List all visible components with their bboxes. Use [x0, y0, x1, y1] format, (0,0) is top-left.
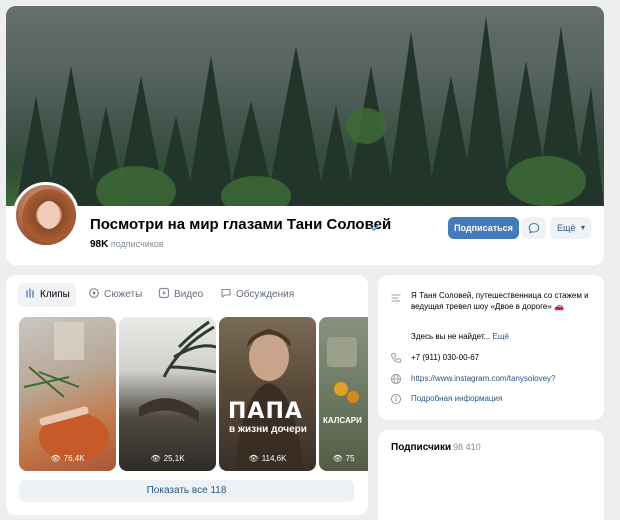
subscribers-label: подписчиков — [110, 239, 164, 249]
about-section: Я Таня Соловей, путешественница со стаже… — [378, 275, 604, 420]
phone-number: +7 (911) 030-00-67 — [411, 353, 480, 362]
tab-clips-label: Клипы — [40, 289, 70, 300]
clip-card[interactable]: КАЛСАРИ 👁 75 — [319, 317, 368, 471]
info-icon — [390, 392, 402, 405]
clip-thumbnail — [327, 337, 359, 403]
stories-icon — [88, 285, 100, 298]
tab-discussions[interactable]: Обсуждения — [220, 283, 294, 307]
clips-icon — [24, 285, 36, 298]
tab-clips[interactable]: Клипы — [18, 283, 76, 307]
clip-card[interactable]: 👁 25,1K — [119, 317, 216, 471]
eye-icon: 👁 — [332, 454, 343, 463]
tab-video[interactable]: Видео — [158, 283, 203, 307]
phone-icon — [390, 351, 402, 363]
subscribe-button[interactable]: Подписаться — [448, 217, 519, 239]
subscribers-count: 98K — [90, 239, 109, 250]
views-counter: 👁 25,1K — [150, 454, 185, 463]
teaser-text: Здесь вы не найдет... Ещё — [411, 332, 509, 341]
verified-icon — [369, 221, 381, 233]
message-icon — [528, 222, 540, 234]
clip-title: ПАПА — [228, 399, 303, 424]
followers-section: Подписчики 98 410 — [378, 430, 604, 520]
page-title: Посмотри на мир глазами Тани Соловей — [90, 216, 392, 233]
followers-title[interactable]: Подписчики 98 410 — [391, 442, 481, 453]
tab-video-label: Видео — [174, 289, 204, 300]
more-button[interactable]: Ещё ▾ — [550, 217, 591, 239]
chevron-down-icon: ▾ — [580, 223, 585, 232]
show-all-button[interactable]: Показать все 118 — [19, 480, 354, 502]
followers-count: 98 410 — [453, 442, 481, 452]
description-text: Я Таня Соловей, путешественница со стаже… — [411, 291, 589, 311]
views-counter: 👁 75 — [332, 454, 355, 463]
eye-icon: 👁 — [50, 454, 61, 463]
clip-title: КАЛСАРИ — [323, 416, 362, 425]
more-button-label: Ещё — [557, 223, 576, 233]
views-counter: 👁 114,6K — [248, 454, 287, 463]
discussions-icon — [220, 285, 232, 299]
clip-card[interactable]: 👁 76,4K — [19, 317, 116, 471]
clip-thumbnail — [23, 322, 109, 462]
forest-illustration — [6, 6, 604, 206]
avatar[interactable] — [13, 182, 79, 248]
clip-thumbnail — [139, 320, 216, 422]
teaser-more-link[interactable]: Ещё — [493, 332, 509, 341]
details-link[interactable]: Подробная информация — [411, 393, 596, 404]
video-icon — [158, 285, 170, 299]
info-lines-icon — [390, 291, 402, 303]
clip-subtitle: в жизни дочери — [229, 424, 307, 435]
avatar-face-shape — [38, 201, 60, 229]
subscribers-summary: 98K подписчиков — [90, 239, 164, 250]
eye-icon: 👁 — [150, 454, 161, 463]
clip-card[interactable]: ПАПА в жизни дочери 👁 114,6K — [219, 317, 316, 471]
eye-icon: 👁 — [248, 454, 259, 463]
cover-image — [6, 6, 604, 206]
message-button[interactable] — [522, 217, 546, 239]
tab-stories[interactable]: Сюжеты — [88, 283, 142, 307]
views-counter: 👁 76,4K — [50, 454, 85, 463]
tab-discussions-label: Обсуждения — [236, 289, 295, 300]
clip-thumbnail — [234, 329, 304, 471]
clips-section: Клипы Сюжеты Видео Обсуждения 👁 76,4K 👁 … — [6, 275, 368, 515]
tab-stories-label: Сюжеты — [104, 289, 143, 300]
website-link[interactable]: https://www.instagram.com/tanysolovey? — [411, 373, 596, 384]
globe-icon — [390, 372, 402, 385]
